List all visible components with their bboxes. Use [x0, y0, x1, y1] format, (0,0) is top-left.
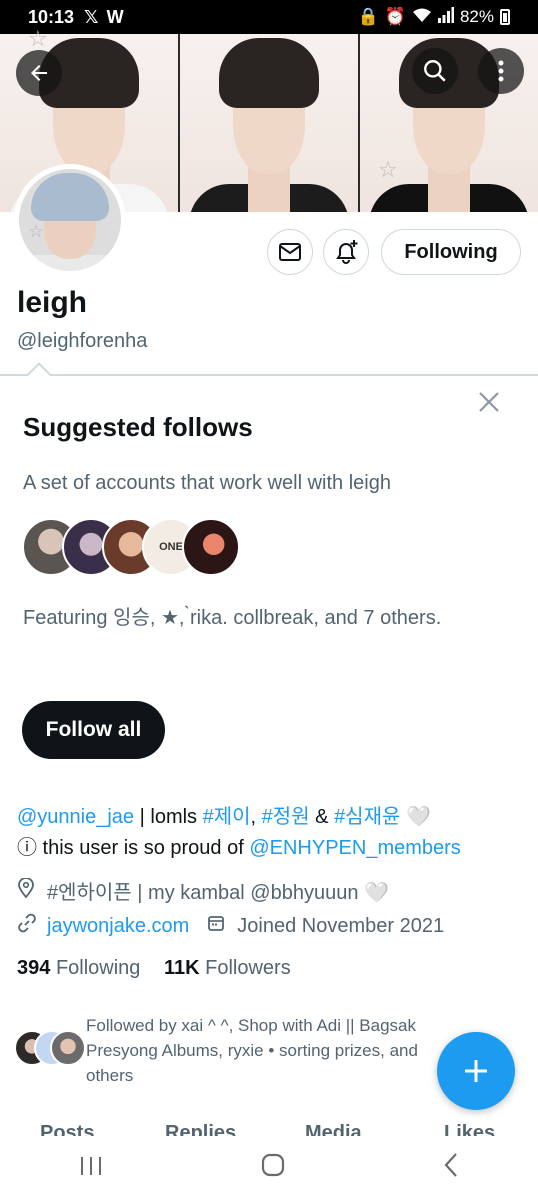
suggested-featuring: Featuring 잉승, ★, ̀rika. collbreak, and 7… [23, 607, 442, 629]
suggested-avatar[interactable] [182, 518, 240, 576]
recent-apps-button[interactable] [79, 1152, 103, 1184]
lock-icon: 🔒 [357, 7, 379, 26]
bio-line-2: ⓘ this user is so proud of @ENHYPEN_memb… [17, 831, 461, 860]
follow-all-button[interactable]: Follow all [22, 701, 165, 759]
profile-tabs: Posts Replies Media Likes [0, 1118, 538, 1136]
tab-posts[interactable]: Posts [40, 1122, 94, 1136]
system-back-button[interactable] [443, 1152, 459, 1185]
signal-icon [437, 6, 454, 28]
w-app-icon: W [106, 6, 124, 27]
followed-by-text[interactable]: Followed by xai ^ ^, Shop with Adi || Ba… [86, 1013, 466, 1088]
following-count: 394 [17, 957, 51, 979]
following-stat[interactable]: 394 Following [17, 957, 140, 979]
status-time: 10:13 [28, 6, 75, 27]
followers-count: 11K [163, 957, 200, 979]
alarm-icon: ⏰ [384, 7, 406, 26]
x-logo-icon: 𝕏 [84, 6, 99, 27]
search-icon [424, 60, 446, 82]
website-joined-row: jaywonjake.com Joined November 2021 [17, 913, 444, 939]
suggested-avatars[interactable]: ONE [22, 518, 242, 576]
card-pointer [26, 362, 52, 388]
wifi-icon [412, 7, 432, 28]
following-label: Following [55, 957, 141, 979]
status-bar: 10:13 𝕏 W 🔒 ⏰ 82% [0, 0, 538, 34]
tab-media[interactable]: Media [305, 1122, 362, 1136]
tab-likes[interactable]: Likes [444, 1122, 495, 1136]
location-pin-icon [17, 876, 39, 904]
user-handle: @leighforenha [17, 330, 148, 352]
compose-post-button[interactable] [437, 1032, 515, 1110]
bio-text: & [309, 806, 335, 828]
battery-icon [500, 9, 510, 25]
profile-avatar[interactable] [14, 164, 126, 276]
calendar-icon [207, 914, 229, 938]
tab-replies[interactable]: Replies [165, 1122, 236, 1136]
search-button[interactable] [412, 48, 458, 94]
bio-text: | lomls [134, 806, 203, 828]
hashtag-link[interactable]: #심재윤 [334, 806, 400, 828]
followed-by-avatars[interactable] [14, 1030, 86, 1066]
bio-text: , [250, 806, 262, 828]
bio-text: this user is so proud of [37, 837, 250, 859]
plus-icon [465, 1060, 487, 1082]
suggested-avatar-text: ONE [159, 541, 183, 553]
bell-plus-icon [336, 240, 358, 264]
star-decoration-icon: ☆ [28, 26, 48, 51]
more-vertical-icon [498, 60, 504, 82]
banner-photo-2 [180, 34, 360, 212]
back-button[interactable] [16, 50, 62, 96]
home-icon [261, 1153, 285, 1176]
chevron-left-icon [444, 1152, 458, 1177]
more-options-button[interactable] [478, 48, 524, 94]
followers-stat[interactable]: 11K Followers [164, 957, 291, 979]
bio-mention-link[interactable]: @ENHYPEN_members [249, 837, 460, 859]
info-icon: ⓘ [17, 837, 37, 859]
joined-date: Joined November 2021 [237, 914, 445, 937]
display-name: leigh [17, 286, 88, 319]
link-icon [17, 913, 39, 939]
close-icon [479, 392, 499, 412]
following-button[interactable]: Following [381, 229, 521, 275]
heart-emoji: 🤍 [400, 806, 431, 828]
hashtag-link[interactable]: #정원 [262, 806, 310, 828]
location-text: #엔하이픈 | my kambal @bbhyuuun 🤍 [47, 882, 389, 904]
bio-line-1: @yunnie_jae | lomls #제이, #정원 & #심재윤 🤍 [17, 800, 431, 829]
message-button[interactable] [267, 229, 313, 275]
home-button[interactable] [260, 1152, 286, 1185]
avatar [50, 1030, 86, 1066]
star-decoration-icon: ☆ [28, 221, 45, 241]
website-link[interactable]: jaywonjake.com [47, 915, 189, 938]
suggested-follows-description: A set of accounts that work well with le… [23, 472, 391, 494]
recent-apps-icon [80, 1157, 101, 1175]
notifications-button[interactable] [323, 229, 369, 275]
follow-stats: 394 Following 11K Followers [17, 957, 291, 980]
followers-label: Followers [205, 957, 291, 979]
arrow-left-icon [31, 65, 47, 81]
star-decoration-icon: ☆ [378, 157, 398, 182]
hashtag-link[interactable]: #제이 [203, 806, 251, 828]
suggested-follows-title: Suggested follows [23, 412, 253, 442]
system-nav-bar [0, 1136, 538, 1200]
location: #엔하이픈 | my kambal @bbhyuuun 🤍 [17, 876, 389, 905]
divider [0, 374, 538, 376]
envelope-icon [279, 243, 301, 261]
bio-mention-link[interactable]: @yunnie_jae [17, 806, 134, 828]
close-suggestions-button[interactable] [474, 390, 504, 420]
battery-percent: 82% [459, 7, 494, 26]
